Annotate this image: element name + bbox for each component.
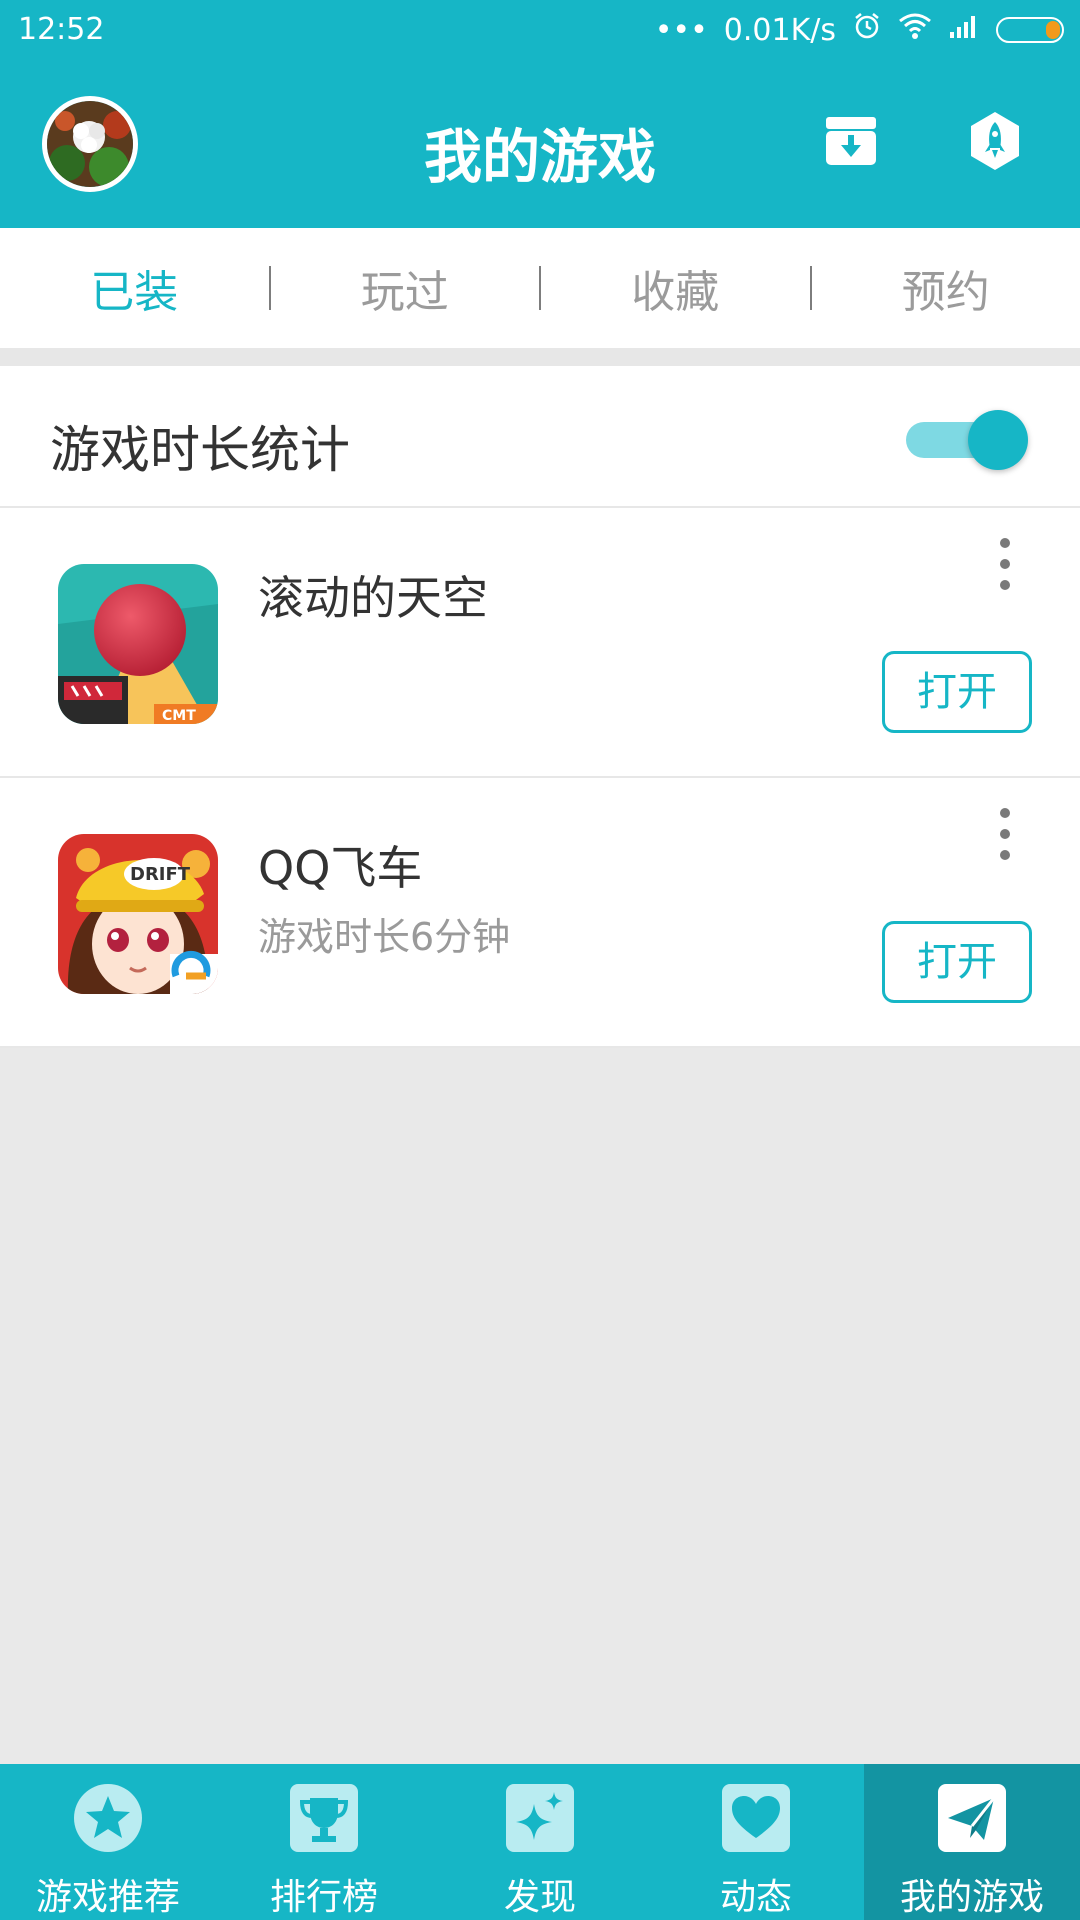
trophy-icon: [290, 1784, 358, 1852]
more-dots-icon: •••: [654, 12, 708, 48]
paper-plane-icon: [938, 1784, 1006, 1852]
tab-installed[interactable]: 已装: [0, 256, 269, 320]
wifi-icon: [898, 12, 932, 48]
status-right: ••• 0.01K/s: [655, 10, 1064, 50]
nav-label: 排行榜: [269, 1877, 378, 1918]
game-icon-qq-speed: DRIFT: [58, 834, 218, 994]
speedup-button[interactable]: [966, 112, 1024, 170]
nav-my-games[interactable]: 我的游戏: [864, 1764, 1080, 1920]
nav-label: 发现: [503, 1877, 576, 1918]
star-icon: [74, 1784, 142, 1852]
more-options-icon[interactable]: [990, 808, 1020, 860]
tab-favorites[interactable]: 收藏: [541, 256, 810, 320]
battery-icon: [996, 17, 1064, 43]
download-manager-button[interactable]: [822, 112, 880, 170]
status-bar: 12:52 ••• 0.01K/s: [0, 0, 1080, 60]
rocket-icon: [971, 112, 1019, 170]
page-title: 我的游戏: [423, 123, 656, 191]
tab-bar: 已装 玩过 收藏 预约: [0, 228, 1080, 348]
app-bar: 我的游戏: [0, 60, 1080, 228]
svg-text:DRIFT: DRIFT: [130, 864, 191, 885]
nav-label: 动态: [719, 1877, 792, 1918]
sparkle-icon: [506, 1784, 574, 1852]
more-options-icon[interactable]: [990, 538, 1020, 590]
duration-stats-toggle[interactable]: [904, 410, 1028, 470]
open-game-button[interactable]: 打开: [882, 921, 1032, 1003]
status-time: 12:52: [18, 12, 105, 47]
tab-played[interactable]: 玩过: [271, 256, 540, 320]
game-item[interactable]: CMT 滚动的天空 打开: [0, 508, 1080, 778]
nav-label: 游戏推荐: [35, 1877, 180, 1918]
game-play-duration: 游戏时长6分钟: [258, 915, 511, 959]
nav-label: 我的游戏: [899, 1877, 1044, 1918]
nav-game-recommend[interactable]: 游戏推荐: [0, 1764, 216, 1920]
game-name: QQ飞车: [258, 841, 423, 895]
download-box-icon: [826, 117, 876, 165]
nav-ranking[interactable]: 排行榜: [216, 1764, 432, 1920]
signal-icon: [948, 13, 980, 48]
heart-icon: [722, 1784, 790, 1852]
nav-activity[interactable]: 动态: [648, 1764, 864, 1920]
section-gap: [0, 348, 1080, 366]
top-header: 12:52 ••• 0.01K/s 我的游戏: [0, 0, 1080, 228]
alarm-icon: [852, 11, 882, 49]
game-name: 滚动的天空: [258, 571, 488, 625]
svg-text:CMT: CMT: [162, 708, 196, 724]
duration-stats-label: 游戏时长统计: [50, 421, 350, 479]
game-item[interactable]: DRIFT QQ飞车 游戏时长6分钟 打开: [0, 778, 1080, 1048]
duration-stats-row: 游戏时长统计: [0, 366, 1080, 508]
net-speed: 0.01K/s: [723, 12, 836, 48]
open-game-button[interactable]: 打开: [882, 651, 1032, 733]
game-icon-rolling-sky: CMT: [58, 564, 218, 724]
tab-reservations[interactable]: 预约: [812, 256, 1080, 320]
bottom-nav: 游戏推荐 排行榜 发现 动态 我的游戏: [0, 1764, 1080, 1920]
nav-discover[interactable]: 发现: [432, 1764, 648, 1920]
